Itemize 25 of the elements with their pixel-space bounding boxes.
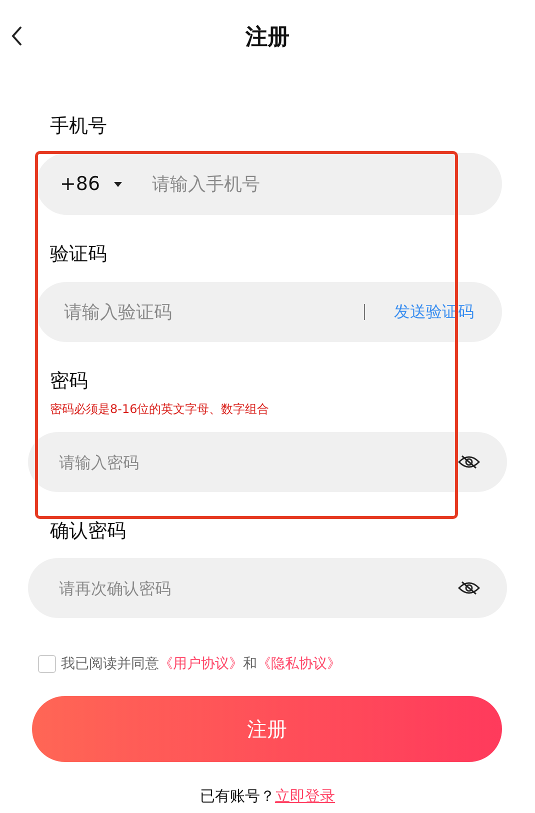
country-code-select[interactable]: +86 [60,173,150,195]
password-field[interactable]: 请再次确认密码 [28,558,507,618]
login-link[interactable]: 立即登录 [275,787,335,806]
caret-icon [114,182,122,186]
phone-field[interactable]: +86 请输入手机号 [36,153,502,215]
page-title: 注册 [246,24,290,52]
password-input[interactable]: 请再次确认密码 [57,578,458,598]
field-label: 验证码 [50,242,108,266]
field-label: 密码 [50,369,89,393]
phone-input[interactable]: 请输入手机号 [150,172,502,196]
field-label: 手机号 [50,114,108,138]
register-button[interactable]: 注册 [32,696,502,762]
password-hint: 密码必须是8-16位的英文字母、数字组合 [50,401,270,417]
agreement-checkbox[interactable] [38,655,56,673]
field-label: 确认密码 [50,519,127,543]
back-icon[interactable] [11,26,23,46]
password-field[interactable]: 请输入密码 [28,432,507,492]
footer-text: 已有账号？ [200,787,275,806]
code-input[interactable]: 请输入验证码 [62,300,364,324]
hidden-eye-icon[interactable] [458,455,480,469]
user-agreement-link[interactable]: 《用户协议》 [159,656,243,672]
agreement-text: 我已阅读并同意《用户协议》和《隐私协议》 [61,655,341,673]
password-input[interactable]: 请输入密码 [57,452,458,472]
privacy-policy-link[interactable]: 《隐私协议》 [257,656,341,672]
hidden-eye-icon[interactable] [458,581,480,595]
